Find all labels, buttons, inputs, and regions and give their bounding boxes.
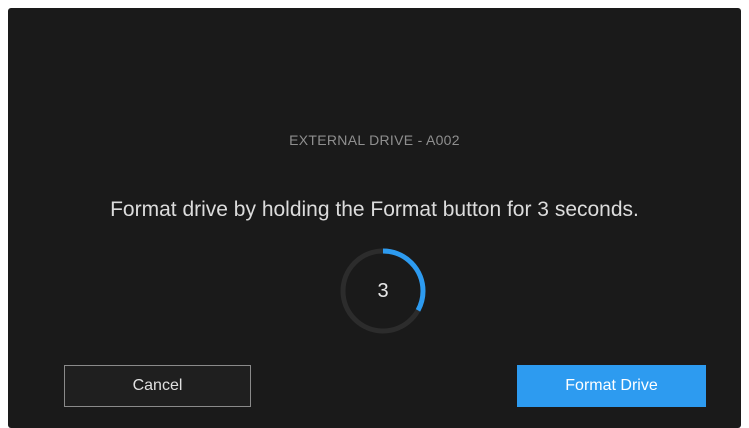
format-dialog: EXTERNAL DRIVE - A002 Format drive by ho… xyxy=(8,8,741,428)
drive-label: EXTERNAL DRIVE - A002 xyxy=(289,132,460,148)
format-instruction: Format drive by holding the Format butto… xyxy=(110,198,639,221)
cancel-button[interactable]: Cancel xyxy=(64,365,251,407)
countdown-value: 3 xyxy=(377,280,389,302)
format-drive-button[interactable]: Format Drive xyxy=(517,365,706,407)
countdown-timer: 3 xyxy=(340,248,426,334)
